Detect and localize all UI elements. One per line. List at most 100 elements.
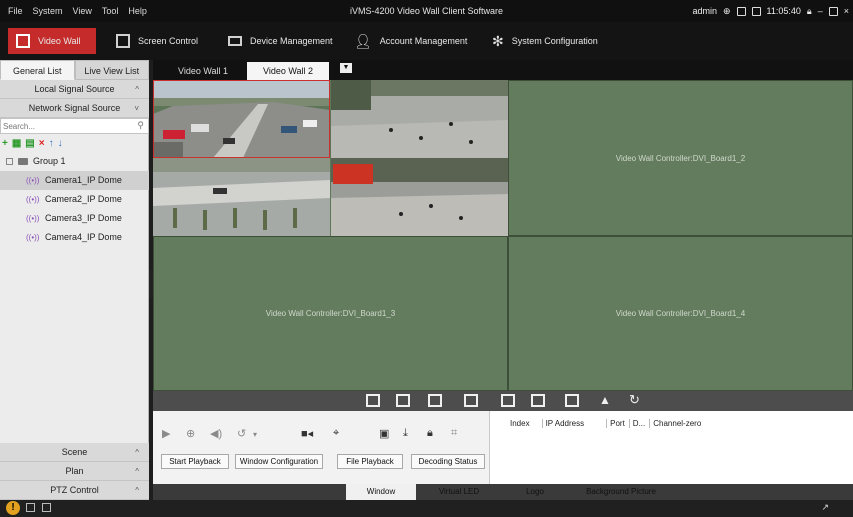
menu-view[interactable]: View [73, 6, 92, 16]
column-ip-address[interactable]: IP Address [541, 419, 584, 428]
tab-screen-control[interactable]: Screen Control [108, 28, 206, 54]
user-name[interactable]: admin [692, 6, 717, 16]
tab-live-view-list[interactable]: Live View List [74, 60, 149, 80]
delete-icon[interactable]: × [39, 138, 45, 149]
tab-logo[interactable]: Logo [513, 484, 557, 500]
chevron-up-icon: ^ [135, 486, 139, 495]
tab-account-management[interactable]: 👤︎ Account Management [346, 28, 475, 54]
zoom-icon[interactable]: ⊕ [186, 427, 195, 440]
highway-image [153, 80, 330, 158]
warning-icon[interactable]: ! [6, 501, 20, 515]
column-channel-zero[interactable]: Channel-zero [649, 419, 701, 428]
wall-cell-board-3[interactable]: Video Wall Controller:DVI_Board1_3 [153, 236, 508, 391]
alarm-icon[interactable]: ▲ [599, 393, 611, 407]
play-icon[interactable]: ▶ [162, 427, 170, 440]
start-playback-button[interactable]: Start Playback [161, 454, 229, 469]
plaza-image [331, 80, 508, 158]
tree-camera[interactable]: ((•)) Camera4_IP Dome [0, 228, 149, 247]
wall-cell-board-2[interactable]: Video Wall Controller:DVI_Board1_2 [508, 80, 853, 236]
section-plan[interactable]: Plan ^ [0, 462, 149, 481]
chevron-down-icon: ˅ [134, 104, 139, 113]
decoding-status-button[interactable]: Decoding Status [411, 454, 485, 469]
tab-device-management[interactable]: Device Management [220, 28, 341, 54]
add-icon[interactable]: + [2, 138, 8, 149]
collapse-icon[interactable] [6, 158, 13, 166]
tab-system-configuration[interactable]: ✻ System Configuration [484, 28, 606, 54]
refresh-icon[interactable]: ↻ [629, 392, 640, 408]
tree-camera[interactable]: ((•)) Camera2_IP Dome [0, 190, 149, 209]
camera-label: Camera2_IP Dome [44, 194, 122, 204]
column-index[interactable]: Index [510, 419, 530, 428]
clock-time: 11:05:40 [766, 6, 801, 16]
pin-icon[interactable]: ↗ [821, 502, 829, 513]
video-feed[interactable] [153, 158, 330, 236]
roam-icon[interactable] [428, 394, 442, 407]
window-configuration-button[interactable]: Window Configuration [235, 454, 323, 469]
modify-icon[interactable]: ▤ [25, 138, 34, 149]
ptz-icon[interactable]: ⌖ [333, 427, 339, 440]
lock-icon[interactable]: 🔒︎ [427, 427, 433, 440]
video-feed[interactable] [331, 80, 508, 158]
rewind-icon[interactable]: ↺ [237, 427, 246, 440]
add-group-icon[interactable]: ▦ [12, 138, 21, 149]
tab-background-picture[interactable]: Background Picture [581, 484, 661, 500]
minimize-icon[interactable]: – [818, 6, 823, 16]
video-feed[interactable] [331, 158, 508, 236]
search-input[interactable] [1, 119, 126, 133]
wall-cell-board-4[interactable]: Video Wall Controller:DVI_Board1_4 [508, 236, 853, 391]
section-network-signal-source[interactable]: Network Signal Source ˅ [0, 99, 149, 118]
screen-icon[interactable] [736, 6, 746, 16]
tab-video-wall-1[interactable]: Video Wall 1 [163, 62, 243, 80]
tree-camera[interactable]: ((•)) Camera3_IP Dome [0, 209, 149, 228]
column-port[interactable]: Port [606, 419, 625, 428]
wall-cell-label: Video Wall Controller:DVI_Board1_3 [265, 309, 396, 318]
record-icon[interactable]: ■◂ [301, 427, 313, 440]
split-window-icon[interactable] [396, 394, 410, 407]
video-wall-canvas[interactable]: Video Wall Controller:DVI_Board1_2 Video… [153, 80, 853, 391]
fullscreen-icon[interactable] [565, 394, 579, 407]
window-layer-icon[interactable] [464, 394, 478, 407]
open-window-icon[interactable] [366, 394, 380, 407]
maximize-icon[interactable] [828, 6, 838, 16]
close-icon[interactable]: × [844, 6, 849, 16]
video-wall-tabs: Video Wall 1 Video Wall 2 ▼ [153, 60, 853, 80]
tab-general-list[interactable]: General List [0, 60, 75, 80]
globe-icon[interactable]: ⊕ [723, 6, 731, 17]
search-icon[interactable]: ⚲ [137, 120, 144, 131]
tab-video-wall-label: Video Wall [38, 36, 81, 46]
move-up-icon[interactable]: ↑ [49, 138, 54, 149]
section-ptz-label: PTZ Control [50, 485, 99, 495]
capture-icon[interactable]: ⌗ [451, 427, 457, 440]
section-local-signal-source[interactable]: Local Signal Source ^ [0, 80, 149, 99]
user-icon: 👤︎ [354, 32, 372, 49]
clear-window-icon[interactable] [501, 394, 515, 407]
move-down-icon[interactable]: ↓ [58, 138, 63, 149]
lock-icon[interactable]: 🔒︎ [807, 6, 812, 17]
menu-system[interactable]: System [33, 6, 63, 16]
volume-icon[interactable]: ◀) [210, 427, 222, 440]
section-scene[interactable]: Scene ^ [0, 443, 149, 462]
tree-camera[interactable]: ((•)) Camera1_IP Dome [0, 171, 149, 190]
tab-window[interactable]: Window [346, 484, 416, 500]
video-feed[interactable] [153, 80, 330, 158]
tab-video-wall-2[interactable]: Video Wall 2 [247, 62, 329, 80]
wall-dropdown-icon[interactable]: ▼ [340, 63, 352, 73]
screen-icon[interactable]: ▣ [379, 427, 389, 440]
calendar-icon[interactable] [751, 6, 761, 16]
camera-icon: ((•)) [26, 195, 40, 204]
menu-tool[interactable]: Tool [102, 6, 119, 16]
file-playback-button[interactable]: File Playback [337, 454, 403, 469]
download-icon[interactable]: ⤓ [403, 427, 408, 440]
tree-group[interactable]: Group 1 [0, 152, 149, 171]
multi-screen-icon[interactable] [531, 394, 545, 407]
section-plan-label: Plan [65, 466, 84, 476]
tab-virtual-led[interactable]: Virtual LED [421, 484, 497, 500]
log-icon[interactable] [42, 503, 51, 512]
menu-file[interactable]: File [8, 6, 23, 16]
column-d[interactable]: D... [628, 419, 645, 428]
alarm-log-icon[interactable] [26, 503, 35, 512]
tab-video-wall[interactable]: Video Wall [8, 28, 96, 54]
menu-help[interactable]: Help [128, 6, 147, 16]
section-ptz-control[interactable]: PTZ Control ^ [0, 481, 149, 500]
dropdown-icon[interactable]: ▾ [253, 430, 257, 439]
